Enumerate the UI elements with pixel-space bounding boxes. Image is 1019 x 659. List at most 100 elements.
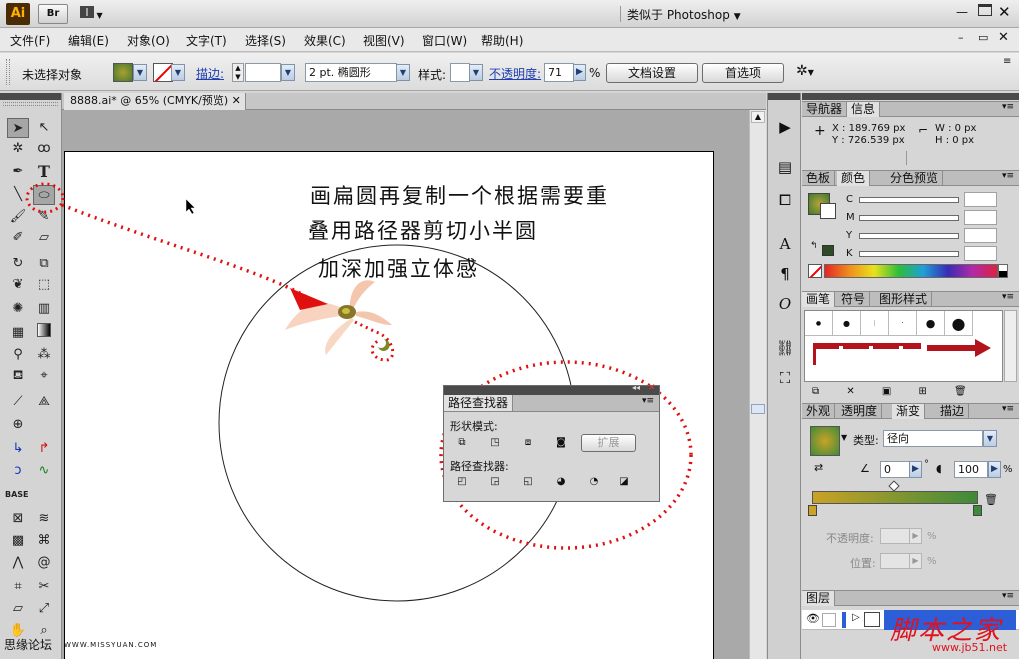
- isolation-icon[interactable]: ✲▼: [796, 63, 822, 82]
- tab-separations-preview[interactable]: 分色预览: [886, 171, 944, 186]
- tab-gradient[interactable]: 渐变: [892, 404, 926, 419]
- pathfinder-header[interactable]: ◂◂ ✕: [444, 383, 659, 395]
- midpoint-diamond[interactable]: [888, 480, 900, 492]
- intersect-icon[interactable]: ⧈: [520, 436, 536, 450]
- black-white-ramp[interactable]: [998, 264, 1008, 278]
- brush-swatch-2[interactable]: ●: [833, 311, 861, 336]
- slider-k[interactable]: [859, 251, 959, 257]
- arrow-head-brush[interactable]: [975, 339, 991, 357]
- actions-icon[interactable]: ▶: [775, 118, 795, 136]
- minus-back-icon[interactable]: ◪: [616, 475, 632, 489]
- angle-field[interactable]: 0: [880, 461, 910, 478]
- doc-restore-button[interactable]: ▭: [978, 31, 988, 44]
- brush-swatch-1[interactable]: ●: [805, 311, 833, 336]
- doc-close-button[interactable]: ✕: [998, 30, 1009, 45]
- stop-opacity-field[interactable]: [880, 528, 910, 544]
- aspect-ratio-icon: ◖: [936, 462, 942, 475]
- dock-header[interactable]: [802, 93, 1019, 100]
- tab-info[interactable]: 信息: [847, 102, 881, 117]
- brush-swatch-4[interactable]: ·: [889, 311, 917, 336]
- tab-swatches[interactable]: 色板: [802, 171, 836, 186]
- collapse-icon[interactable]: ◂◂: [632, 383, 640, 392]
- icon-strip-header[interactable]: [768, 93, 800, 100]
- layers-menu-icon[interactable]: ▾≡: [1002, 591, 1014, 601]
- brush-swatch-5[interactable]: ●: [917, 311, 945, 336]
- color-panel-tabs: 色板 颜色 分色预览 ▾≡: [802, 170, 1019, 186]
- tab-appearance[interactable]: 外观: [802, 404, 836, 419]
- gradient-slider[interactable]: [812, 491, 978, 504]
- crop-icon[interactable]: ◕: [553, 475, 569, 489]
- image-trace-icon[interactable]: ⛶: [775, 369, 795, 387]
- expand-button[interactable]: 扩展: [581, 434, 636, 452]
- tab-stroke[interactable]: 描边: [936, 404, 970, 419]
- merge-icon[interactable]: ◱: [520, 475, 536, 489]
- close-button[interactable]: ✕: [998, 3, 1014, 21]
- tab-brushes[interactable]: 画笔: [802, 292, 836, 307]
- tab-graphic-styles[interactable]: 图形样式: [875, 292, 933, 307]
- info-w: W : 0 px: [935, 123, 977, 134]
- links-icon[interactable]: ⛓: [775, 339, 795, 357]
- gradient-menu-icon[interactable]: ▾≡: [1002, 404, 1014, 414]
- brush-swatch-3[interactable]: |: [861, 311, 889, 336]
- gradient-preview-dropdown[interactable]: ▼: [841, 433, 847, 442]
- value-y[interactable]: [964, 228, 997, 243]
- lock-toggle[interactable]: [822, 613, 836, 627]
- stop-location-arrow[interactable]: ▶: [909, 553, 922, 569]
- divide-icon[interactable]: ◰: [454, 475, 470, 489]
- panel-close-icon[interactable]: ✕: [648, 383, 656, 393]
- brush-scrollbar[interactable]: [1004, 310, 1017, 382]
- pathfinder-tab[interactable]: 路径查找器: [444, 395, 514, 411]
- info-menu-icon[interactable]: ▾≡: [1002, 102, 1014, 112]
- slider-m[interactable]: [859, 215, 959, 221]
- paragraph-icon[interactable]: ¶: [775, 265, 795, 283]
- gradient-preview[interactable]: [810, 426, 840, 456]
- brush-swatch-6[interactable]: ●: [945, 311, 973, 336]
- slider-c[interactable]: [859, 197, 959, 203]
- doc-minimize-button[interactable]: –: [958, 31, 964, 44]
- aspect-arrow-button[interactable]: ▶: [988, 461, 1001, 478]
- opentype-icon[interactable]: O: [775, 295, 795, 313]
- value-m[interactable]: [964, 210, 997, 225]
- last-color-icon[interactable]: ↰: [810, 241, 818, 251]
- minus-front-icon[interactable]: ◳: [487, 436, 503, 450]
- visibility-eye-icon[interactable]: 👁︎: [806, 612, 820, 625]
- aspect-ratio-field[interactable]: 100: [954, 461, 988, 478]
- tab-layers[interactable]: 图层: [802, 591, 836, 606]
- stop-opacity-unit: %: [927, 531, 937, 542]
- tab-color[interactable]: 颜色: [837, 171, 871, 186]
- character-icon[interactable]: A: [775, 235, 795, 253]
- restore-button[interactable]: [978, 4, 992, 16]
- angle-arrow-button[interactable]: ▶: [909, 461, 922, 478]
- gradient-stop-end[interactable]: [973, 505, 982, 516]
- transform-icon[interactable]: ⧠: [775, 191, 795, 209]
- brush-menu-icon[interactable]: ▾≡: [1002, 292, 1014, 302]
- last-color-swatch[interactable]: [822, 245, 834, 256]
- control-panel-menu[interactable]: ≡: [1003, 56, 1011, 67]
- unite-icon[interactable]: ⧉: [454, 436, 470, 450]
- slider-y[interactable]: [859, 233, 959, 239]
- minimize-button[interactable]: —: [956, 5, 972, 19]
- none-color-box[interactable]: [808, 264, 822, 278]
- gradient-type-dropdown[interactable]: ▼: [983, 430, 997, 447]
- panel-menu-icon[interactable]: ▾≡: [642, 396, 654, 406]
- color-spectrum[interactable]: [824, 264, 998, 278]
- color-menu-icon[interactable]: ▾≡: [1002, 171, 1014, 181]
- reverse-gradient-icon[interactable]: ⇄: [814, 461, 823, 474]
- red-line-brush[interactable]: [927, 345, 977, 351]
- gradient-type-field[interactable]: 径向: [883, 430, 983, 447]
- gradient-stop-start[interactable]: [808, 505, 817, 516]
- align-icon[interactable]: ▤: [775, 158, 795, 176]
- delete-stop-icon[interactable]: 🗑︎: [984, 493, 998, 506]
- stroke-color-box[interactable]: [820, 203, 836, 219]
- outline-icon[interactable]: ◔: [586, 475, 602, 489]
- tab-navigator[interactable]: 导航器: [802, 102, 848, 117]
- stop-location-field[interactable]: [880, 553, 910, 569]
- stop-opacity-arrow[interactable]: ▶: [909, 528, 922, 544]
- tab-transparency[interactable]: 透明度: [837, 404, 883, 419]
- tab-symbols[interactable]: 符号: [837, 292, 871, 307]
- value-k[interactable]: [964, 246, 997, 261]
- exclude-icon[interactable]: ◙: [553, 436, 569, 450]
- expand-layer-icon[interactable]: ▷: [852, 612, 860, 623]
- value-c[interactable]: [964, 192, 997, 207]
- trim-icon[interactable]: ◲: [487, 475, 503, 489]
